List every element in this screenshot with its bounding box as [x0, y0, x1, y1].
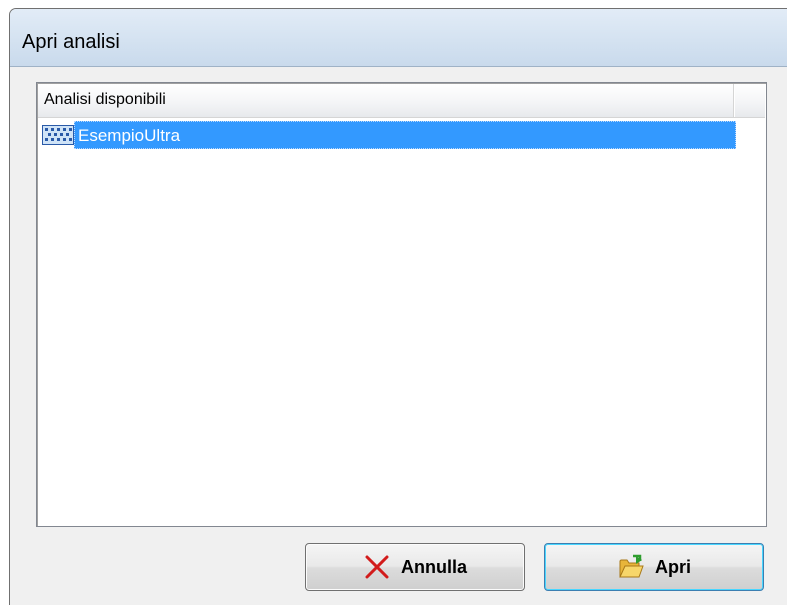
column-header-label: Analisi disponibili	[44, 91, 166, 108]
open-button[interactable]: Apri	[544, 543, 764, 591]
cancel-button[interactable]: Annulla	[305, 543, 525, 591]
column-header-available-analyses[interactable]: Analisi disponibili	[38, 84, 734, 117]
x-icon	[365, 555, 389, 579]
column-header-filler	[734, 84, 765, 117]
grid-icon	[42, 125, 74, 145]
open-button-label: Apri	[655, 556, 691, 577]
dialog-title: Apri analisi	[22, 31, 120, 53]
list-header: Analisi disponibili	[38, 84, 765, 118]
list-item-label: EsempioUltra	[78, 126, 181, 145]
cancel-button-label: Annulla	[401, 556, 467, 577]
title-bar[interactable]: Apri analisi	[10, 9, 787, 67]
open-folder-icon	[619, 554, 644, 578]
open-analysis-dialog: Apri analisi Analisi disponibili Esempio…	[9, 8, 787, 605]
list-item-selection: EsempioUltra	[74, 121, 736, 149]
list-item[interactable]: EsempioUltra	[40, 119, 736, 151]
analyses-list[interactable]: Analisi disponibili EsempioUltra	[36, 82, 767, 527]
